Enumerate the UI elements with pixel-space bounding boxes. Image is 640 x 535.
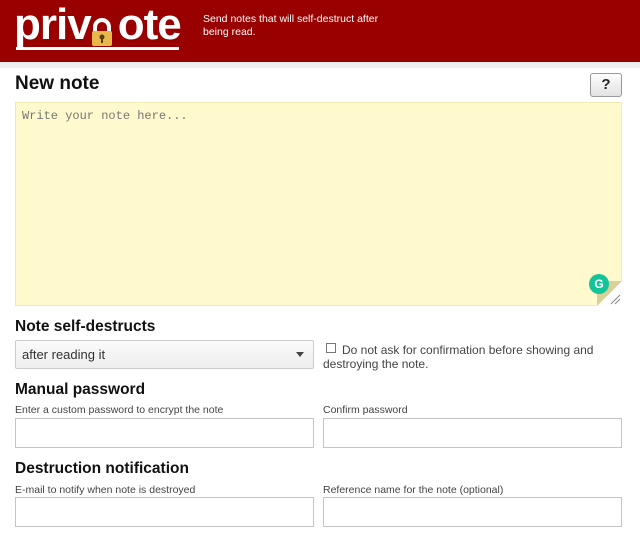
grammarly-icon[interactable]: G	[589, 274, 609, 294]
email-label: E-mail to notify when note is destroyed	[15, 484, 196, 496]
self-destruct-select[interactable]: after reading it	[15, 340, 314, 369]
reference-field[interactable]	[323, 497, 622, 527]
email-field[interactable]	[15, 497, 314, 527]
chevron-down-icon	[296, 352, 304, 357]
logo-underline	[16, 47, 179, 50]
page-title: New note	[15, 73, 100, 94]
manual-password-heading: Manual password	[15, 381, 146, 398]
confirm-password-label: Confirm password	[323, 404, 408, 416]
site-tagline: Send notes that will self-destruct after…	[203, 13, 379, 38]
password-field[interactable]	[15, 418, 314, 448]
logo-text-left: priv	[14, 0, 92, 49]
reference-label: Reference name for the note (optional)	[323, 484, 504, 496]
header-divider	[0, 62, 640, 68]
site-header: priv ote Send notes that will self-destru…	[0, 0, 640, 62]
logo-text-right: ote	[117, 0, 182, 49]
self-destruct-heading: Note self-destructs	[15, 318, 156, 335]
destruction-notification-heading: Destruction notification	[15, 460, 189, 477]
confirm-checkbox-label: Do not ask for confirmation before showi…	[323, 343, 594, 371]
self-destruct-selected: after reading it	[22, 347, 106, 362]
confirm-checkbox[interactable]	[326, 343, 336, 353]
password-label: Enter a custom password to encrypt the n…	[15, 404, 224, 416]
help-button[interactable]: ?	[590, 73, 622, 97]
lock-icon	[92, 18, 112, 46]
note-textarea[interactable]	[15, 102, 622, 306]
confirm-password-field[interactable]	[323, 418, 622, 448]
